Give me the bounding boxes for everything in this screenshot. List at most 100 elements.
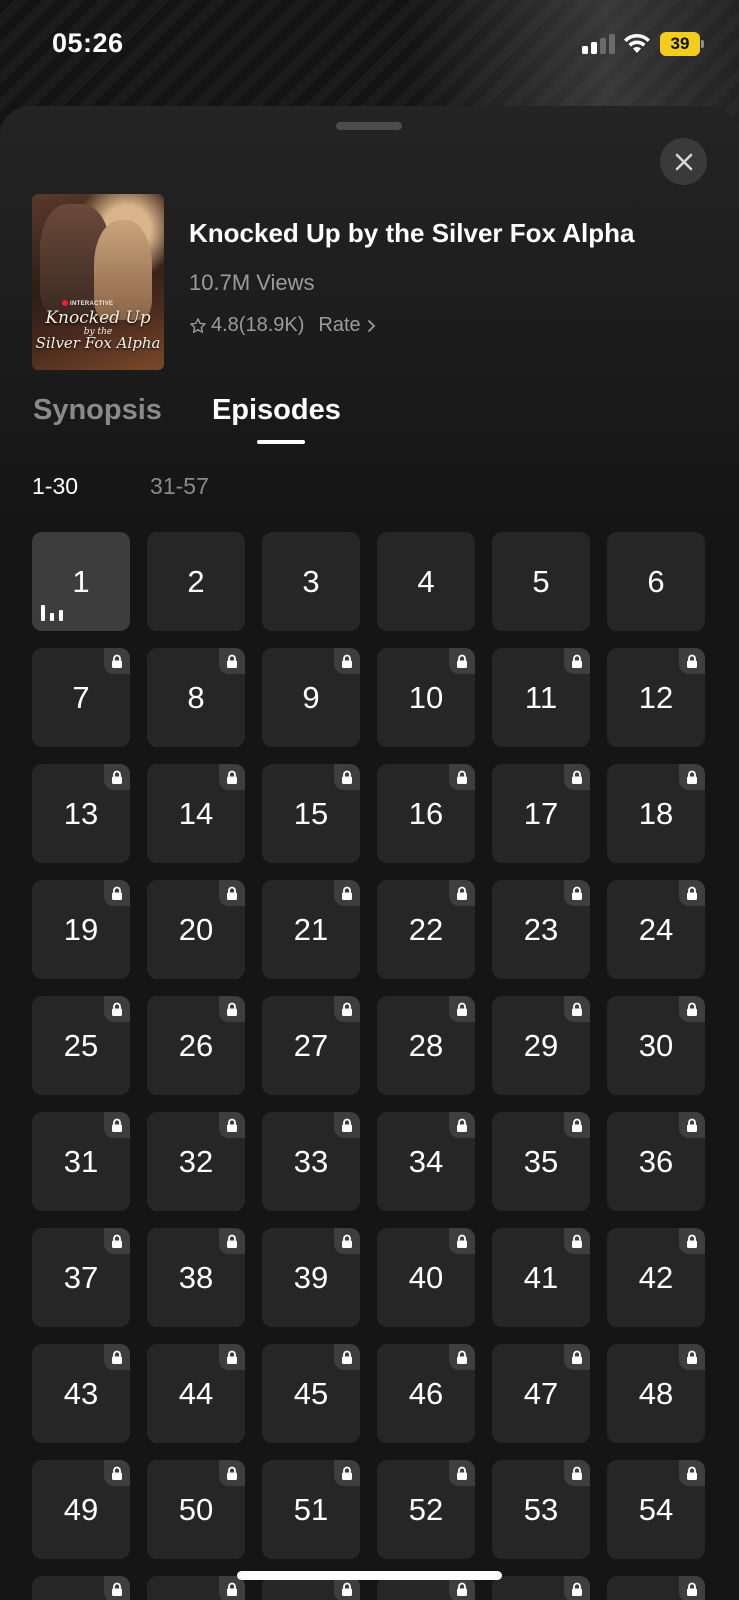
- lock-icon: [564, 764, 590, 790]
- episode-cell[interactable]: 31: [32, 1112, 130, 1211]
- show-rating: 4.8(18.9K) Rate: [189, 314, 376, 337]
- episode-cell[interactable]: 8: [147, 648, 245, 747]
- episode-cell[interactable]: 36: [607, 1112, 705, 1211]
- episode-cell[interactable]: 38: [147, 1228, 245, 1327]
- episode-cell[interactable]: 24: [607, 880, 705, 979]
- episode-number: 38: [178, 1259, 214, 1295]
- episode-cell[interactable]: 13: [32, 764, 130, 863]
- episode-cell[interactable]: 4: [377, 532, 475, 631]
- episode-cell[interactable]: 3: [262, 532, 360, 631]
- range-31-57[interactable]: 31-57: [150, 473, 209, 500]
- episode-cell[interactable]: 32: [147, 1112, 245, 1211]
- episode-cell[interactable]: 12: [607, 648, 705, 747]
- episode-cell[interactable]: 16: [377, 764, 475, 863]
- lock-icon: [679, 764, 705, 790]
- episode-cell[interactable]: 39: [262, 1228, 360, 1327]
- episode-cell[interactable]: 40: [377, 1228, 475, 1327]
- episode-number: 28: [408, 1027, 444, 1063]
- episode-cell[interactable]: 15: [262, 764, 360, 863]
- lock-icon: [449, 648, 475, 674]
- lock-icon: [104, 1344, 130, 1370]
- episode-cell[interactable]: 51: [262, 1460, 360, 1559]
- episode-cell[interactable]: 53: [492, 1460, 590, 1559]
- episode-cell[interactable]: 52: [377, 1460, 475, 1559]
- episode-cell[interactable]: 14: [147, 764, 245, 863]
- episode-cell[interactable]: 10: [377, 648, 475, 747]
- episode-number: 44: [178, 1375, 214, 1411]
- episode-cell[interactable]: 43: [32, 1344, 130, 1443]
- episode-cell[interactable]: 30: [607, 996, 705, 1095]
- episode-number: 6: [647, 563, 665, 599]
- episode-cell[interactable]: 35: [492, 1112, 590, 1211]
- episode-cell[interactable]: 29: [492, 996, 590, 1095]
- lock-icon: [564, 1344, 590, 1370]
- episode-cell[interactable]: 42: [607, 1228, 705, 1327]
- episode-cell[interactable]: 2: [147, 532, 245, 631]
- episode-cell[interactable]: 6: [607, 532, 705, 631]
- episode-number: 18: [638, 795, 674, 831]
- episode-cell[interactable]: 37: [32, 1228, 130, 1327]
- episode-number: 42: [638, 1259, 674, 1295]
- episode-cell[interactable]: 22: [377, 880, 475, 979]
- tab-synopsis[interactable]: Synopsis: [33, 394, 162, 427]
- episode-number: 35: [523, 1143, 559, 1179]
- episode-cell[interactable]: 45: [262, 1344, 360, 1443]
- show-cover-image[interactable]: INTERACTIVE Knocked Up by the Silver Fox…: [32, 194, 164, 370]
- lock-icon: [219, 1344, 245, 1370]
- episode-cell[interactable]: 56: [147, 1576, 245, 1600]
- episode-cell[interactable]: 11: [492, 648, 590, 747]
- episode-number: 36: [638, 1143, 674, 1179]
- lock-icon: [449, 1228, 475, 1254]
- lock-icon: [564, 996, 590, 1022]
- episode-cell[interactable]: 17: [492, 764, 590, 863]
- episode-cell[interactable]: 47: [492, 1344, 590, 1443]
- episode-cell[interactable]: 60: [607, 1576, 705, 1600]
- episode-cell[interactable]: 44: [147, 1344, 245, 1443]
- episode-cell[interactable]: 18: [607, 764, 705, 863]
- episode-cell[interactable]: 23: [492, 880, 590, 979]
- episode-cell[interactable]: 19: [32, 880, 130, 979]
- lock-icon: [679, 1344, 705, 1370]
- lock-icon: [564, 1460, 590, 1486]
- episode-number: 20: [178, 911, 214, 947]
- episode-number: 29: [523, 1027, 559, 1063]
- episode-cell[interactable]: 21: [262, 880, 360, 979]
- sheet-grabber[interactable]: [336, 122, 402, 130]
- episode-cell[interactable]: 55: [32, 1576, 130, 1600]
- range-1-30[interactable]: 1-30: [32, 473, 78, 500]
- episode-cell[interactable]: 25: [32, 996, 130, 1095]
- episode-cell[interactable]: 33: [262, 1112, 360, 1211]
- lock-icon: [564, 1228, 590, 1254]
- episode-number: 33: [293, 1143, 329, 1179]
- episode-cell[interactable]: 1: [32, 532, 130, 631]
- episode-cell[interactable]: 27: [262, 996, 360, 1095]
- lock-icon: [679, 1576, 705, 1600]
- episode-cell[interactable]: 20: [147, 880, 245, 979]
- tab-episodes[interactable]: Episodes: [212, 394, 341, 444]
- episode-cell[interactable]: 5: [492, 532, 590, 631]
- episode-cell[interactable]: 46: [377, 1344, 475, 1443]
- episode-number: 1: [72, 563, 90, 599]
- episode-cell[interactable]: 9: [262, 648, 360, 747]
- episode-number: 5: [532, 563, 550, 599]
- close-button[interactable]: [660, 138, 707, 185]
- episode-cell[interactable]: 59: [492, 1576, 590, 1600]
- battery-level: 39: [660, 32, 700, 56]
- episode-range-selector: 1-30 31-57: [32, 473, 209, 500]
- lock-icon: [219, 1460, 245, 1486]
- status-bar: 05:26 39: [0, 0, 739, 90]
- episode-cell[interactable]: 28: [377, 996, 475, 1095]
- episode-cell[interactable]: 54: [607, 1460, 705, 1559]
- episode-cell[interactable]: 48: [607, 1344, 705, 1443]
- episode-number: 17: [523, 795, 559, 831]
- rate-button[interactable]: Rate: [318, 314, 375, 337]
- lock-icon: [564, 1576, 590, 1600]
- episode-cell[interactable]: 41: [492, 1228, 590, 1327]
- episode-cell[interactable]: 50: [147, 1460, 245, 1559]
- episode-cell[interactable]: 7: [32, 648, 130, 747]
- lock-icon: [679, 996, 705, 1022]
- episode-cell[interactable]: 34: [377, 1112, 475, 1211]
- episode-cell[interactable]: 49: [32, 1460, 130, 1559]
- episode-cell[interactable]: 26: [147, 996, 245, 1095]
- lock-icon: [449, 764, 475, 790]
